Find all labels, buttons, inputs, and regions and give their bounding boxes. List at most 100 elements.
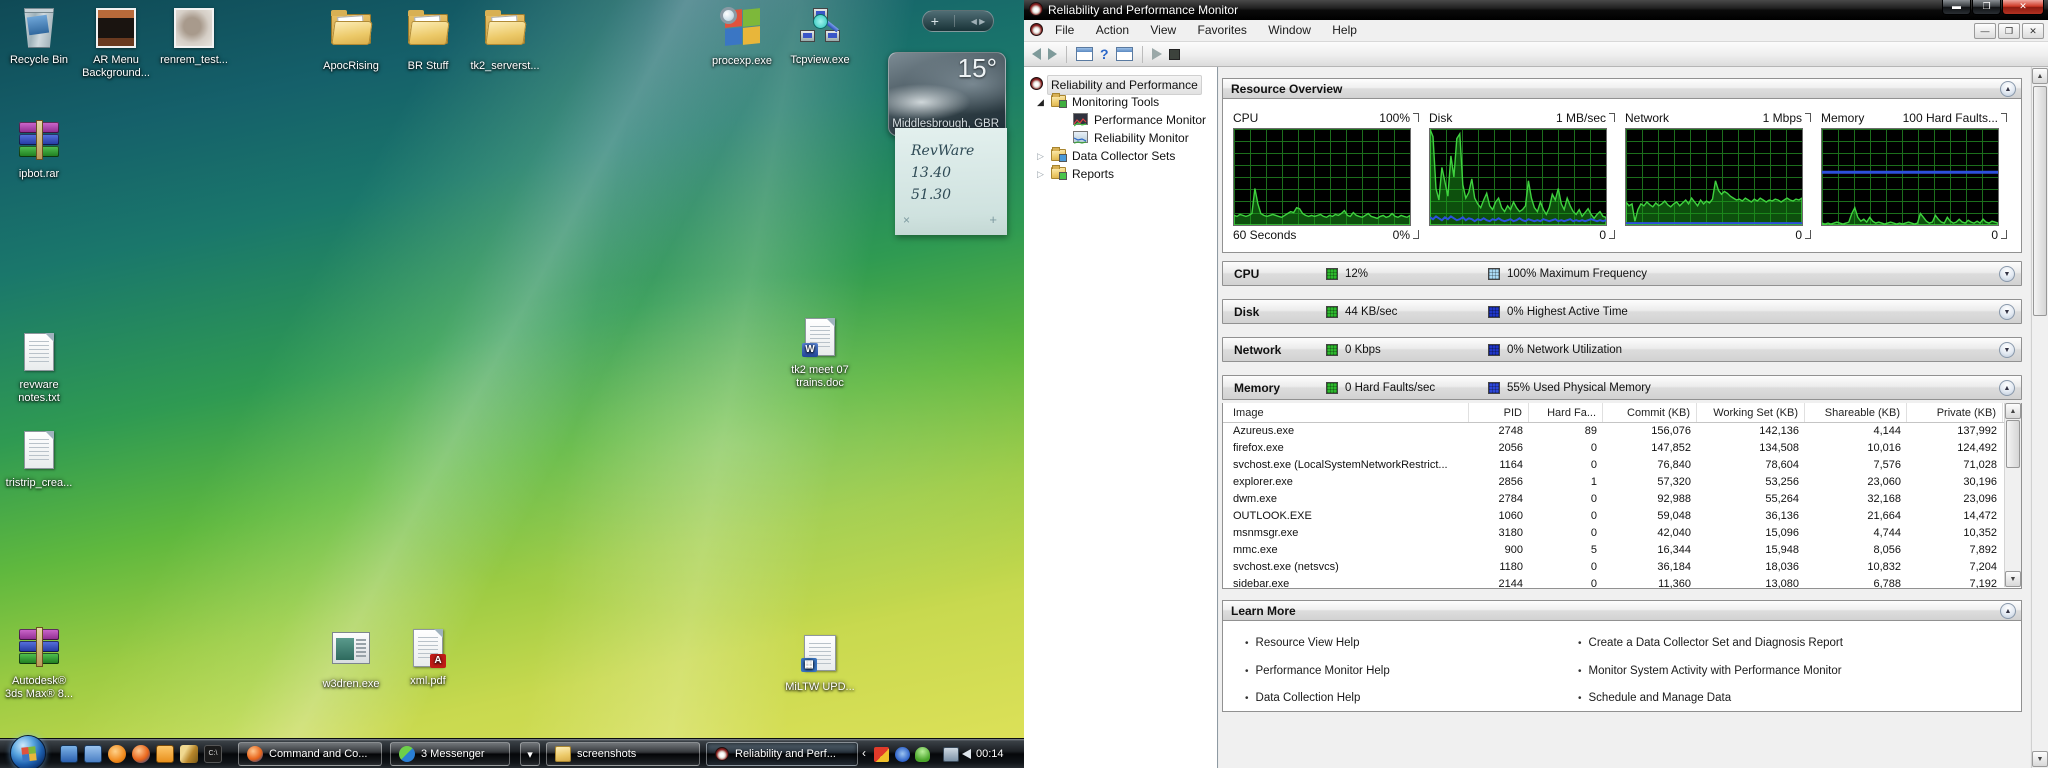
table-row[interactable]: svchost.exe (netsvcs)1180036,18418,03610…: [1223, 559, 2021, 576]
gadget-prev-button[interactable]: ◀: [971, 17, 977, 26]
close-button[interactable]: ✕: [2002, 0, 2044, 15]
start-button[interactable]: [10, 735, 46, 768]
switch-windows-icon[interactable]: [84, 745, 102, 763]
help-button[interactable]: ?: [1100, 47, 1109, 61]
expander-expanded-icon[interactable]: ◢: [1037, 93, 1044, 111]
note-add-button[interactable]: +: [989, 209, 997, 231]
expander-collapsed-icon[interactable]: ▷: [1037, 147, 1044, 165]
help-link[interactable]: Performance Monitor Help: [1245, 665, 1390, 677]
column-header-hard-faults[interactable]: Hard Fa...: [1529, 403, 1603, 422]
taskbar-button-messenger[interactable]: 3 Messenger: [390, 742, 510, 766]
note-delete-button[interactable]: ×: [903, 209, 910, 231]
desktop-icon-w3dren[interactable]: w3dren.exe: [312, 626, 390, 691]
desktop-icon-revware-notes[interactable]: revwarenotes.txt: [0, 330, 78, 405]
show-action-pane-button[interactable]: [1116, 47, 1133, 61]
tree-item-reports[interactable]: ▷ Reports: [1024, 165, 1217, 183]
menu-help[interactable]: Help: [1323, 20, 1366, 40]
taskbar-button-command[interactable]: Command and Co...: [238, 742, 382, 766]
learn-more-header[interactable]: Learn More ▲: [1222, 600, 2022, 621]
disk-meter-bar[interactable]: Disk 44 KB/sec 0% Highest Active Time ▼: [1222, 299, 2022, 324]
collapse-section-button[interactable]: ▲: [2000, 603, 2016, 619]
column-header-commit[interactable]: Commit (KB): [1603, 403, 1697, 422]
column-header-working-set[interactable]: Working Set (KB): [1697, 403, 1805, 422]
firefox-icon[interactable]: [132, 745, 150, 763]
mdi-close-button[interactable]: ✕: [2022, 23, 2044, 39]
desktop-icon-autodesk-rar[interactable]: Autodesk®3ds Max® 8...: [0, 624, 78, 701]
schedule-icon[interactable]: [156, 745, 174, 763]
menu-file[interactable]: File: [1046, 20, 1083, 40]
paint-brushes-icon[interactable]: [180, 745, 198, 763]
table-row[interactable]: svchost.exe (LocalSystemNetworkRestrict.…: [1223, 457, 2021, 474]
title-bar[interactable]: Reliability and Performance Monitor ▬ ❐ …: [1024, 0, 2048, 20]
table-row[interactable]: OUTLOOK.EXE1060059,04836,13621,66414,472: [1223, 508, 2021, 525]
scrollbar-thumb[interactable]: [2006, 420, 2020, 468]
mdi-system-icon[interactable]: [1030, 23, 1043, 36]
media-player-icon[interactable]: [108, 745, 126, 763]
tree-item-reliability-monitor[interactable]: Reliability Monitor: [1024, 129, 1217, 147]
command-prompt-icon[interactable]: C:\: [204, 745, 222, 763]
forward-button[interactable]: [1048, 48, 1057, 60]
tray-network-icon[interactable]: [943, 747, 959, 762]
table-row[interactable]: msnmsgr.exe3180042,04015,0964,74410,352: [1223, 525, 2021, 542]
gadget-next-button[interactable]: ▶: [979, 17, 985, 26]
tray-trillian-icon[interactable]: [874, 747, 889, 762]
tree-item-data-collector-sets[interactable]: ▷ Data Collector Sets: [1024, 147, 1217, 165]
stop-button[interactable]: [1169, 49, 1180, 60]
desktop-icon-tcpview[interactable]: Tcpview.exe: [781, 6, 859, 67]
column-header-shareable[interactable]: Shareable (KB): [1805, 403, 1907, 422]
tree-item-performance-monitor[interactable]: Performance Monitor: [1024, 111, 1217, 129]
menu-window[interactable]: Window: [1259, 20, 1320, 40]
table-scrollbar[interactable]: ▲ ▼: [2004, 403, 2021, 587]
taskbar-overflow-button[interactable]: ▾: [520, 742, 540, 766]
help-link[interactable]: Data Collection Help: [1245, 692, 1360, 704]
taskbar-button-screenshots[interactable]: screenshots: [546, 742, 700, 766]
weather-gadget[interactable]: 15° Middlesbrough, GBR: [888, 52, 1006, 136]
column-header-private[interactable]: Private (KB): [1907, 403, 2003, 422]
network-meter-bar[interactable]: Network 0 Kbps 0% Network Utilization ▼: [1222, 337, 2022, 362]
mdi-restore-button[interactable]: ❐: [1998, 23, 2020, 39]
table-row[interactable]: mmc.exe900516,34415,9488,0567,892: [1223, 542, 2021, 559]
show-console-tree-button[interactable]: [1076, 47, 1093, 61]
sticky-note-gadget[interactable]: RevWare 13.40 51.30 × +: [895, 128, 1007, 235]
menu-action[interactable]: Action: [1087, 20, 1138, 40]
desktop-icon-br-stuff[interactable]: BR Stuff: [389, 6, 467, 73]
show-desktop-icon[interactable]: [60, 745, 78, 763]
add-gadget-button[interactable]: +: [931, 13, 939, 29]
desktop-icon-miltw[interactable]: ▦ MiLTW UPD...: [781, 632, 859, 694]
tray-volume-icon[interactable]: [962, 749, 971, 759]
collapse-section-button[interactable]: ▲: [1999, 380, 2015, 396]
scrollbar-thumb[interactable]: [2033, 86, 2047, 316]
collapse-section-button[interactable]: ▲: [2000, 81, 2016, 97]
tree-item-root[interactable]: Reliability and Performance: [1024, 75, 1217, 93]
help-link[interactable]: Resource View Help: [1245, 637, 1360, 649]
desktop-icon-ar-menu[interactable]: AR MenuBackground...: [77, 6, 155, 80]
minimize-button[interactable]: ▬: [1942, 0, 1971, 15]
table-row[interactable]: explorer.exe2856157,32053,25623,06030,19…: [1223, 474, 2021, 491]
desktop-icon-tk2-serverst[interactable]: tk2_serverst...: [466, 6, 544, 73]
resource-overview-header[interactable]: Resource Overview ▲: [1222, 78, 2022, 99]
tray-expand-chevron[interactable]: ‹: [862, 746, 866, 760]
table-row[interactable]: dwm.exe2784092,98855,26432,16823,096: [1223, 491, 2021, 508]
start-button[interactable]: [1152, 48, 1162, 60]
desktop-icon-renrem[interactable]: renrem_test...: [155, 6, 233, 67]
expander-collapsed-icon[interactable]: ▷: [1037, 165, 1044, 183]
taskbar-clock[interactable]: 00:14: [976, 748, 1004, 760]
tray-messenger-status-icon[interactable]: [915, 747, 930, 762]
table-row[interactable]: firefox.exe20560147,852134,50810,016124,…: [1223, 440, 2021, 457]
help-link[interactable]: Create a Data Collector Set and Diagnosi…: [1578, 637, 1843, 649]
desktop-icon-recycle-bin[interactable]: Recycle Bin: [0, 6, 78, 67]
scroll-down-button[interactable]: ▼: [2032, 751, 2048, 767]
desktop-icon-xml-pdf[interactable]: A xml.pdf: [389, 626, 467, 688]
scroll-up-button[interactable]: ▲: [2005, 403, 2021, 419]
menu-favorites[interactable]: Favorites: [1189, 20, 1256, 40]
menu-view[interactable]: View: [1141, 20, 1185, 40]
column-header-pid[interactable]: PID: [1469, 403, 1529, 422]
mdi-minimize-button[interactable]: —: [1974, 23, 1996, 39]
cpu-meter-bar[interactable]: CPU 12% 100% Maximum Frequency ▼: [1222, 261, 2022, 286]
expand-section-button[interactable]: ▼: [1999, 304, 2015, 320]
tree-item-monitoring-tools[interactable]: ◢ Monitoring Tools: [1024, 93, 1217, 111]
desktop-icon-tk2-meet-doc[interactable]: W tk2 meet 07trains.doc: [781, 315, 859, 390]
table-row[interactable]: sidebar.exe2144011,36013,0806,7887,192: [1223, 576, 2021, 589]
gadget-control-strip[interactable]: + ◀ ▶: [922, 10, 994, 32]
back-button[interactable]: [1032, 48, 1041, 60]
